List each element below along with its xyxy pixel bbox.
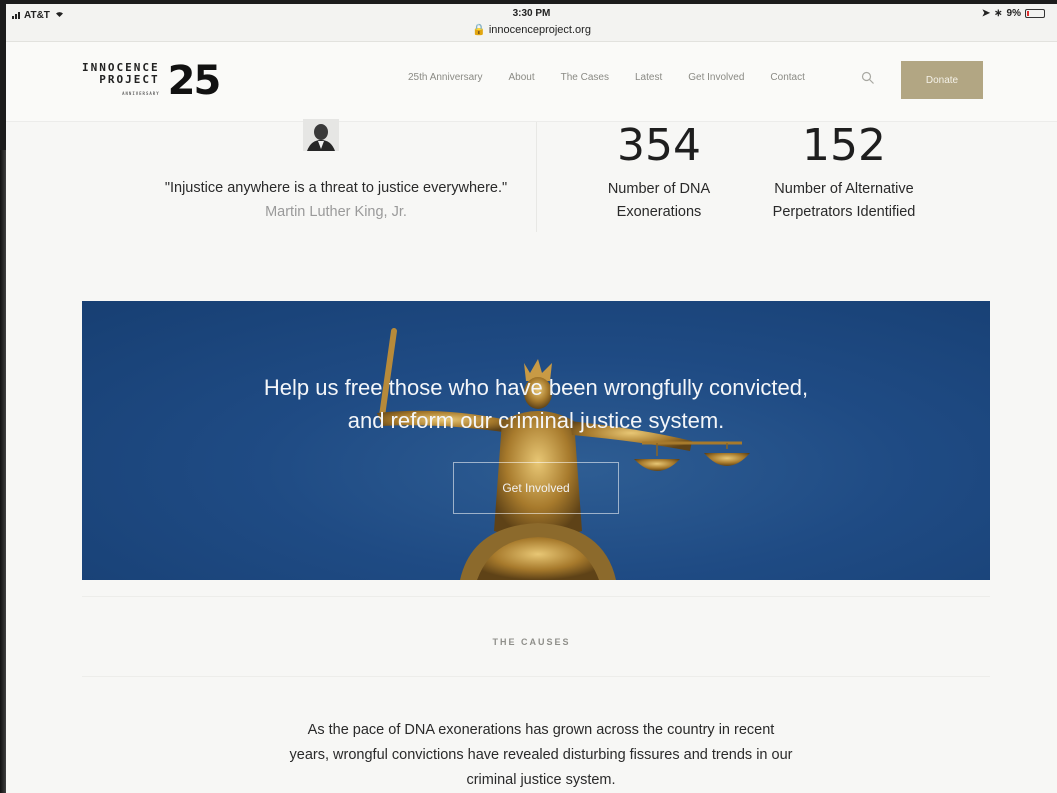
stat-label-line2: Exonerations (616, 204, 702, 220)
logo-line2: PROJECT (99, 73, 160, 86)
logo-wordmark: INNOCENCE PROJECT ANNIVERSARY (82, 62, 160, 100)
causes-heading: THE CAUSES (492, 637, 571, 647)
hero-line2: and reform our criminal justice system. (347, 408, 725, 433)
causes-paragraph: As the pace of DNA exonerations has grow… (289, 722, 793, 788)
tablet-screen: AT&T 3:30 PM 🔒 innocenceproject.org ➤ ∗ … (6, 4, 1057, 793)
hero-heading: Help us free those who have been wrongfu… (82, 371, 990, 437)
logo-25: 25 (167, 58, 222, 104)
stat-number: 354 (617, 120, 701, 171)
donate-button[interactable]: Donate (901, 61, 983, 99)
nav-about[interactable]: About (509, 72, 535, 83)
stat-label: Number of DNA Exonerations (584, 178, 734, 224)
clock: 3:30 PM (512, 8, 551, 19)
quote-block: "Injustice anywhere is a threat to justi… (156, 176, 516, 224)
location-icon: ➤ (981, 8, 991, 19)
stat-number: 152 (802, 120, 886, 171)
mlk-portrait (303, 119, 339, 151)
nav-latest[interactable]: Latest (635, 72, 662, 83)
stat-label: Number of Alternative Perpetrators Ident… (747, 178, 941, 224)
nav-get-involved[interactable]: Get Involved (688, 72, 744, 83)
main-nav: 25th Anniversary About The Cases Latest … (408, 72, 831, 83)
quote-attribution: Martin Luther King, Jr. (265, 204, 407, 220)
nav-25th-anniversary[interactable]: 25th Anniversary (408, 72, 483, 83)
battery-percent: 9% (1006, 8, 1021, 19)
lock-icon: 🔒 (472, 24, 486, 36)
get-involved-button[interactable]: Get Involved (453, 462, 619, 514)
hero-line1: Help us free those who have been wrongfu… (263, 375, 809, 400)
innocence-project-logo[interactable]: INNOCENCE PROJECT ANNIVERSARY 25 (82, 58, 222, 104)
status-right: ➤ ∗ 9% (982, 8, 1045, 19)
address-bar[interactable]: 🔒 innocenceproject.org (6, 23, 1057, 36)
lady-justice-statue (377, 328, 750, 580)
stat-label-line2: Perpetrators Identified (772, 204, 916, 220)
stat-alternative-perpetrators: 152 Number of Alternative Perpetrators I… (747, 120, 941, 224)
stat-dna-exonerations: 354 Number of DNA Exonerations (584, 120, 734, 224)
status-bar: AT&T 3:30 PM 🔒 innocenceproject.org ➤ ∗ … (6, 4, 1057, 42)
search-icon[interactable] (861, 71, 875, 85)
bluetooth-icon: ∗ (994, 8, 1003, 19)
site-header: INNOCENCE PROJECT ANNIVERSARY 25 25th An… (6, 42, 1057, 122)
battery-icon (1025, 9, 1045, 18)
url-text: innocenceproject.org (488, 24, 591, 36)
logo-sub: ANNIVERSARY (122, 91, 160, 96)
stats-divider (536, 122, 537, 232)
stat-label-line1: Number of DNA (607, 181, 711, 197)
quote-text: "Injustice anywhere is a threat to justi… (164, 180, 508, 196)
section-divider-top (82, 596, 990, 597)
nav-the-cases[interactable]: The Cases (561, 72, 609, 83)
nav-contact[interactable]: Contact (770, 72, 804, 83)
section-divider-bottom (82, 676, 990, 677)
hero-banner: Help us free those who have been wrongfu… (82, 301, 990, 580)
stat-label-line1: Number of Alternative (774, 181, 914, 197)
